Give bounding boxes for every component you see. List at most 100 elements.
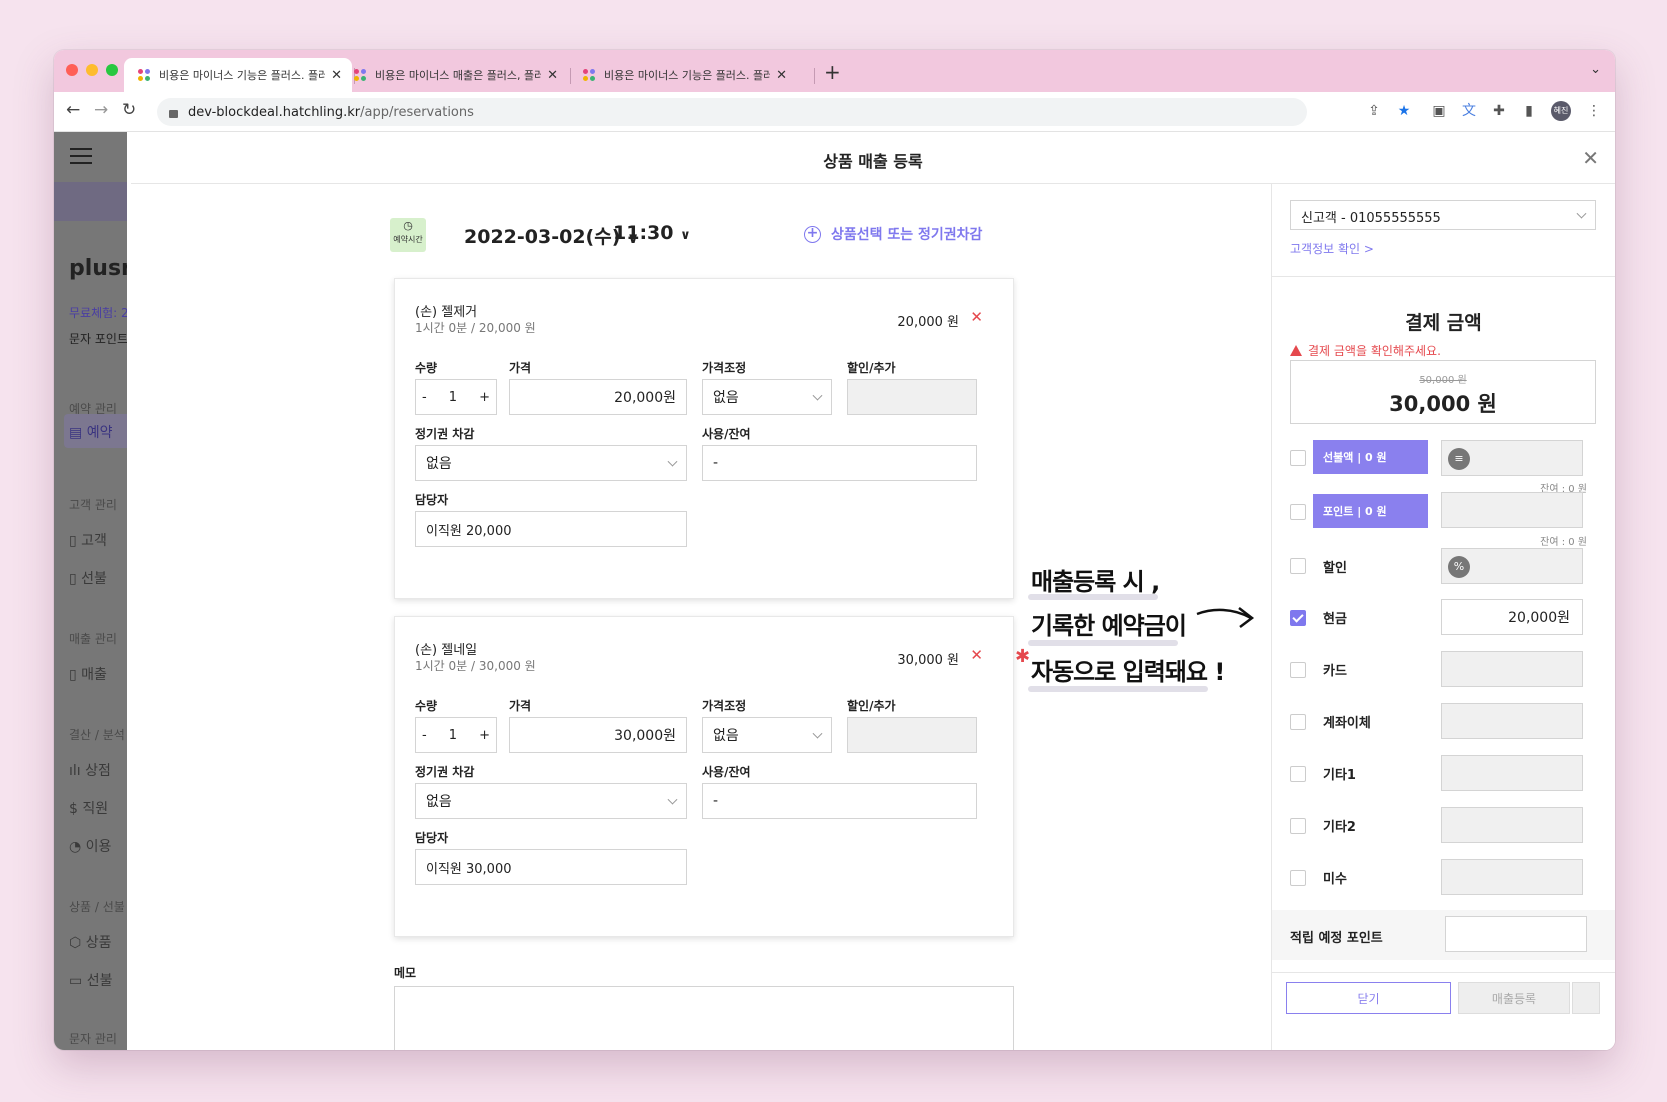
cash-input[interactable]: 20,000원 <box>1441 599 1583 635</box>
annotation-line: 기록한 예약금이 <box>1031 612 1187 640</box>
translate-icon[interactable]: 文 <box>1461 103 1477 119</box>
tab-close-icon[interactable]: ✕ <box>776 68 787 83</box>
prepaid-button[interactable]: 선불액 | 0 원 <box>1313 440 1428 474</box>
quantity-label: 수량 <box>415 699 438 713</box>
payment-amount-box: 50,000 원 30,000 원 <box>1290 360 1596 424</box>
usage-remaining-label: 사용/잔여 <box>702 765 751 779</box>
reservation-time-label: 예약시간 <box>393 235 423 244</box>
etc1-checkbox[interactable] <box>1290 766 1306 782</box>
product-name: (손) 젤네일 <box>415 643 478 658</box>
back-arrow-icon[interactable]: ← <box>66 100 80 120</box>
reservation-time-select[interactable]: 11:30 ∨ <box>613 222 691 244</box>
quantity-stepper[interactable]: - 1 + <box>415 379 497 415</box>
points-button[interactable]: 포인트 | 0 원 <box>1313 494 1428 528</box>
pass-deduct-select[interactable]: 없음 <box>415 783 687 819</box>
tab-divider <box>814 68 815 84</box>
payment-title: 결제 금액 <box>1405 312 1482 334</box>
card-input <box>1441 651 1583 687</box>
bookmark-star-icon[interactable]: ★ <box>1396 103 1412 119</box>
etc2-label: 기타2 <box>1323 820 1356 835</box>
tab-search-chevron-icon[interactable]: ⌄ <box>1590 62 1601 77</box>
pass-deduct-label: 정기권 차감 <box>415 765 475 779</box>
camera-icon[interactable]: ▣ <box>1431 103 1447 119</box>
site-favicon-icon <box>138 68 151 82</box>
remove-product-icon[interactable]: ✕ <box>970 646 983 664</box>
customer-info-link[interactable]: 고객정보 확인 > <box>1290 240 1374 257</box>
sidebar-item-sales[interactable]: ▯ 매출 <box>69 664 107 684</box>
extensions-puzzle-icon[interactable]: ✚ <box>1491 103 1507 119</box>
close-button[interactable]: 닫기 <box>1286 982 1451 1014</box>
modal-close-icon[interactable]: ✕ <box>1582 146 1599 170</box>
close-window-button[interactable] <box>66 64 78 76</box>
pass-deduct-select[interactable]: 없음 <box>415 445 687 481</box>
price-adjust-select[interactable]: 없음 <box>702 379 832 415</box>
unpaid-checkbox[interactable] <box>1290 870 1306 886</box>
usage-remaining-field: - <box>702 445 977 481</box>
modal-content: ◷ 예약시간 2022-03-02(수) ∨ 11:30 ∨ + 상품선택 또는… <box>131 184 1271 1050</box>
minimize-window-button[interactable] <box>86 64 98 76</box>
card-checkbox[interactable] <box>1290 662 1306 678</box>
sales-doc-icon: ▯ <box>69 667 82 683</box>
hamburger-menu-icon[interactable] <box>70 148 92 164</box>
pass-deduct-label: 정기권 차감 <box>415 427 475 441</box>
address-bar[interactable]: dev-blockdeal.hatchling.kr/app/reservati… <box>157 98 1307 126</box>
share-icon[interactable]: ⇪ <box>1366 103 1382 119</box>
quantity-stepper[interactable]: - 1 + <box>415 717 497 753</box>
modal-title: 상품 매출 등록 <box>823 152 923 171</box>
document-icon: ▯ <box>69 533 82 549</box>
browser-tab[interactable]: 비용은 마이너스 기능은 플러스. 플러스 ✕ <box>124 58 352 92</box>
usage-remaining-label: 사용/잔여 <box>702 427 751 441</box>
sidebar-item-prepaid-cards[interactable]: ▭ 선불 <box>69 970 112 990</box>
tab-title: 비용은 마이너스 매출은 플러스, 플러스 <box>375 69 542 82</box>
browser-menu-icon[interactable]: ⋮ <box>1586 103 1602 119</box>
pie-chart-icon: ◔ <box>69 839 86 855</box>
etc2-checkbox[interactable] <box>1290 818 1306 834</box>
increment-button[interactable]: + <box>479 728 490 743</box>
browser-tab[interactable]: 비용은 마이너스 기능은 플러스. 플러스 ✕ <box>569 58 797 92</box>
product-card: (손) 젤네일 1시간 0분 / 30,000 원 30,000 원 ✕ 수량 … <box>394 616 1014 937</box>
add-product-button[interactable]: + 상품선택 또는 정기권차감 <box>804 224 982 244</box>
plus-circle-icon: + <box>804 225 821 243</box>
discount-checkbox[interactable] <box>1290 558 1306 574</box>
staff-select[interactable]: 이직원 30,000 <box>415 849 687 885</box>
profile-avatar[interactable]: 혜진 <box>1551 101 1571 121</box>
earn-points-input[interactable] <box>1445 916 1587 952</box>
prepaid-checkbox[interactable] <box>1290 450 1306 466</box>
sidebar-item-prepaid[interactable]: ▯ 선불 <box>69 568 107 588</box>
price-adjust-select[interactable]: 없음 <box>702 717 832 753</box>
sidebar-item-products[interactable]: ⬡ 상품 <box>69 932 111 952</box>
price-input[interactable]: 30,000원 <box>509 717 687 753</box>
points-checkbox[interactable] <box>1290 504 1306 520</box>
browser-tab[interactable]: 비용은 마이너스 매출은 플러스, 플러스 ✕ <box>340 58 568 92</box>
memo-textarea[interactable] <box>394 986 1014 1050</box>
remove-product-icon[interactable]: ✕ <box>970 308 983 326</box>
sidebar-item-usage[interactable]: ◔ 이용 <box>69 836 111 856</box>
register-sales-button[interactable]: 매출등록 <box>1458 982 1570 1014</box>
reload-icon[interactable]: ↻ <box>122 100 136 120</box>
new-tab-icon[interactable]: + <box>824 60 841 84</box>
sidepanel-icon[interactable]: ▮ <box>1521 103 1537 119</box>
decrement-button[interactable]: - <box>422 390 427 405</box>
tab-close-icon[interactable]: ✕ <box>547 68 558 83</box>
annotation-arrow-icon <box>1196 607 1255 628</box>
decrement-button[interactable]: - <box>422 728 427 743</box>
sidebar-item-customer[interactable]: ▯ 고객 <box>69 530 107 550</box>
more-options-button[interactable] <box>1572 982 1600 1014</box>
cash-checkbox[interactable] <box>1290 610 1306 626</box>
sidebar-item-staff[interactable]: $ 직원 <box>69 798 108 818</box>
sidebar-item-store[interactable]: ılı 상점 <box>69 760 111 780</box>
transfer-checkbox[interactable] <box>1290 714 1306 730</box>
product-name: (손) 젤제거 <box>415 305 478 320</box>
annotation-line: 자동으로 입력돼요 ! <box>1031 658 1225 686</box>
increment-button[interactable]: + <box>479 390 490 405</box>
customer-select[interactable]: 신고객 - 01055555555 <box>1290 200 1596 230</box>
staff-select[interactable]: 이직원 20,000 <box>415 511 687 547</box>
price-input[interactable]: 20,000원 <box>509 379 687 415</box>
payment-panel: 신고객 - 01055555555 고객정보 확인 > 결제 금액 결제 금액을… <box>1271 184 1615 1050</box>
zoom-window-button[interactable] <box>106 64 118 76</box>
sms-points: 문자 포인트 <box>69 332 127 346</box>
sidebar-item-reservation[interactable]: ▤ 예약 <box>69 422 112 442</box>
forward-arrow-icon[interactable]: → <box>94 100 108 120</box>
sidebar-section-sales: 매출 관리 <box>69 632 117 646</box>
lock-icon <box>169 110 178 118</box>
